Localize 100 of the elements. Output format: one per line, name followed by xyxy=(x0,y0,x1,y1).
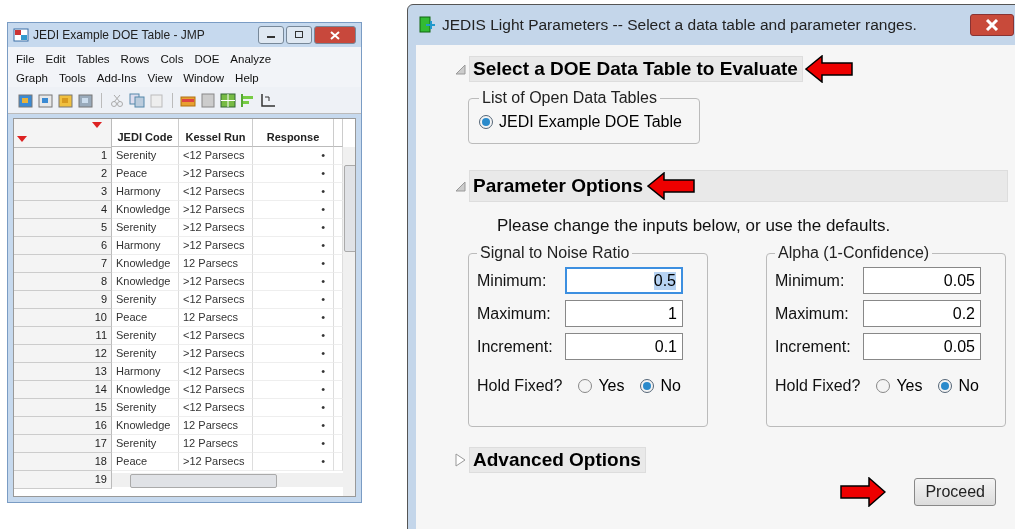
row-number: 7 xyxy=(14,255,112,273)
table-cell: • xyxy=(253,381,334,399)
table-cell: Knowledge xyxy=(112,201,179,219)
caret-icon[interactable] xyxy=(91,121,103,129)
menu-item[interactable]: Graph xyxy=(16,71,48,84)
toolbar-icon[interactable] xyxy=(58,92,74,108)
table-cell: <12 Parsecs xyxy=(179,363,253,381)
proceed-button[interactable]: Proceed xyxy=(914,478,996,506)
table-cell: 12 Parsecs xyxy=(179,435,253,453)
section-header[interactable]: Select a DOE Data Table to Evaluate xyxy=(469,56,803,82)
row-number: 2 xyxy=(14,165,112,183)
section-header[interactable]: Advanced Options xyxy=(469,447,646,473)
section-header[interactable]: Parameter Options xyxy=(469,170,1008,202)
menu-item[interactable]: Edit xyxy=(45,52,66,65)
arrow-icon xyxy=(840,477,887,507)
table-cell: • xyxy=(253,309,334,327)
input-field[interactable]: 0.5 xyxy=(565,267,683,294)
menu-item[interactable]: Rows xyxy=(120,52,150,65)
row-number: 14 xyxy=(14,381,112,399)
table-cell: • xyxy=(253,255,334,273)
menu-item[interactable]: Add-Ins xyxy=(96,71,137,84)
table-cell: Knowledge xyxy=(112,273,179,291)
close-button[interactable] xyxy=(970,14,1014,36)
column-header[interactable]: JEDI Code xyxy=(112,119,179,147)
table-cell: Harmony xyxy=(112,183,179,201)
group-title: List of Open Data Tables xyxy=(481,89,658,107)
row-number: 16 xyxy=(14,417,112,435)
radio-button[interactable] xyxy=(876,379,891,393)
radio-button[interactable] xyxy=(640,379,655,393)
menu-item[interactable]: Analyze xyxy=(230,52,272,65)
menu-item[interactable]: Tools xyxy=(58,71,86,84)
menu-item[interactable]: View xyxy=(147,71,173,84)
table-cell: >12 Parsecs xyxy=(179,201,253,219)
input-field[interactable]: 0.1 xyxy=(565,333,683,360)
field-label: Increment: xyxy=(775,337,852,356)
empty-column-header xyxy=(334,119,343,147)
close-icon[interactable] xyxy=(985,19,999,31)
window-title: JEDI Example DOE Table - JMP xyxy=(33,28,206,42)
menu-item[interactable]: DOE xyxy=(194,52,220,65)
table-cell: <12 Parsecs xyxy=(179,381,253,399)
radio-button[interactable] xyxy=(578,379,593,393)
minimize-button[interactable] xyxy=(258,26,284,44)
field-label: Minimum: xyxy=(477,271,548,290)
maximize-button[interactable] xyxy=(286,26,312,44)
table-cell: Serenity xyxy=(112,345,179,363)
row-number: 12 xyxy=(14,345,112,363)
table-cell: • xyxy=(253,183,334,201)
maximize-icon[interactable] xyxy=(294,31,304,39)
table-cell: • xyxy=(253,273,334,291)
menu-item[interactable]: Help xyxy=(235,71,259,84)
calculator-icon[interactable] xyxy=(200,92,216,108)
row-number: 17 xyxy=(14,435,112,453)
menu-item[interactable]: Window xyxy=(183,71,225,84)
chart-icon[interactable] xyxy=(260,92,276,108)
caret-icon[interactable] xyxy=(16,135,28,143)
row-number: 13 xyxy=(14,363,112,381)
column-header[interactable]: Kessel Run xyxy=(179,119,253,147)
table-cell: • xyxy=(253,435,334,453)
app-icon xyxy=(418,16,436,34)
toolbar-icon[interactable] xyxy=(38,92,54,108)
input-field[interactable]: 0.05 xyxy=(863,333,981,360)
table-cell: >12 Parsecs xyxy=(179,453,253,471)
radio-button[interactable] xyxy=(479,115,493,129)
close-button[interactable] xyxy=(314,26,356,44)
grid-icon[interactable] xyxy=(220,92,236,108)
menu-item[interactable]: Cols xyxy=(160,52,184,65)
collapse-icon[interactable] xyxy=(455,179,466,193)
input-field[interactable]: 1 xyxy=(565,300,683,327)
bars-icon[interactable] xyxy=(240,92,256,108)
table-cell: • xyxy=(253,165,334,183)
input-field[interactable]: 0.05 xyxy=(863,267,981,294)
menu-item[interactable]: File xyxy=(16,52,35,65)
vertical-scrollbar[interactable] xyxy=(343,147,355,496)
field-label: Increment: xyxy=(477,337,554,356)
window-title: JEDIS Light Parameters -- Select a data table and parameter ranges. xyxy=(442,16,918,34)
toolbar-icon[interactable] xyxy=(78,92,94,108)
table-cell: • xyxy=(253,201,334,219)
toolbar-icon[interactable] xyxy=(18,92,34,108)
group-title: Alpha (1-Confidence) xyxy=(777,244,931,262)
expand-icon[interactable] xyxy=(455,453,466,467)
table-cell: Peace xyxy=(112,309,179,327)
app-icon xyxy=(13,28,29,42)
radio-button[interactable] xyxy=(938,379,953,393)
copy-icon[interactable] xyxy=(129,92,145,108)
table-cell: • xyxy=(253,147,334,165)
horizontal-scrollbar[interactable] xyxy=(112,473,343,487)
table-corner[interactable] xyxy=(14,119,112,148)
row-number: 9 xyxy=(14,291,112,309)
table-cell: Harmony xyxy=(112,363,179,381)
table-cell: • xyxy=(253,291,334,309)
table-cell: >12 Parsecs xyxy=(179,345,253,363)
column-header[interactable]: Response xyxy=(253,119,334,147)
input-field[interactable]: 0.2 xyxy=(863,300,981,327)
close-icon[interactable] xyxy=(330,30,340,40)
row-number: 15 xyxy=(14,399,112,417)
table-cell: • xyxy=(253,417,334,435)
collapse-icon[interactable] xyxy=(455,62,466,76)
menu-item[interactable]: Tables xyxy=(76,52,110,65)
table-cell: <12 Parsecs xyxy=(179,399,253,417)
group-title: Signal to Noise Ratio xyxy=(479,244,631,262)
